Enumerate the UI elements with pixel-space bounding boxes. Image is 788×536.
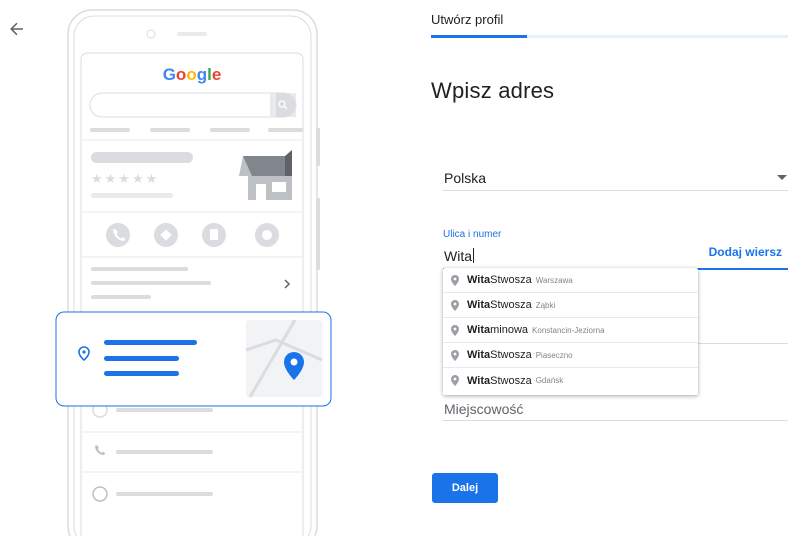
- suggestion-match: Wita: [467, 374, 491, 387]
- street-value: Wita: [444, 248, 472, 264]
- text-cursor: [473, 248, 474, 263]
- add-row-button[interactable]: Dodaj wiersz: [709, 245, 782, 259]
- suggestion-item[interactable]: Wita Stwosza Warszawa: [443, 268, 698, 293]
- country-select[interactable]: Polska: [443, 163, 788, 191]
- svg-text:Google: Google: [163, 65, 222, 84]
- suggestion-locality: Warszawa: [535, 275, 573, 285]
- suggestion-item[interactable]: Wita minowa Konstancin-Jeziorna: [443, 318, 698, 343]
- svg-text:★★★★★: ★★★★★: [91, 172, 159, 187]
- country-value: Polska: [444, 170, 487, 186]
- place-pin-icon: [451, 299, 459, 311]
- phone-illustration: Google ★★★★★: [55, 9, 332, 536]
- city-placeholder: Miejscowość: [444, 401, 524, 417]
- suggestion-match: Wita: [467, 349, 491, 361]
- city-input[interactable]: Miejscowość: [443, 395, 788, 421]
- suggestion-item[interactable]: Wita Stwosza Gdańsk: [443, 368, 698, 393]
- address-suggestions: Wita Stwosza Warszawa Wita Stwosza Ząbki W…: [443, 268, 698, 395]
- suggestion-match: Wita: [467, 299, 491, 311]
- suggestion-locality: Piaseczno: [535, 350, 573, 360]
- place-pin-icon: [451, 375, 459, 386]
- progress-bar: [431, 35, 788, 38]
- next-button[interactable]: Dalej: [432, 473, 498, 503]
- progress-bar-fill: [431, 35, 528, 38]
- suggestion-item[interactable]: Wita Stwosza Piaseczno: [443, 343, 698, 368]
- suggestion-rest: Stwosza: [490, 274, 532, 286]
- suggestion-rest: Stwosza: [490, 299, 532, 311]
- suggestion-locality: Konstancin-Jeziorna: [532, 325, 605, 335]
- place-pin-icon: [451, 324, 459, 336]
- place-pin-icon: [451, 349, 459, 361]
- suggestion-locality: Gdańsk: [535, 376, 564, 385]
- suggestion-item[interactable]: Wita Stwosza Ząbki: [443, 293, 698, 318]
- suggestion-rest: Stwosza: [490, 349, 532, 361]
- suggestion-rest: minowa: [490, 324, 529, 336]
- create-profile-title: Utwórz profil: [431, 12, 504, 27]
- google-logo-g: G: [163, 65, 176, 84]
- suggestion-locality: Ząbki: [535, 300, 556, 310]
- page-heading: Wpisz adres: [431, 78, 555, 103]
- dropdown-caret-icon: [777, 175, 787, 180]
- street-field-label: Ulica i numer: [443, 229, 502, 240]
- place-pin-icon: [451, 274, 459, 286]
- suggestion-match: Wita: [467, 274, 491, 286]
- suggestion-rest: Stwosza: [490, 374, 532, 387]
- suggestion-match: Wita: [467, 324, 491, 336]
